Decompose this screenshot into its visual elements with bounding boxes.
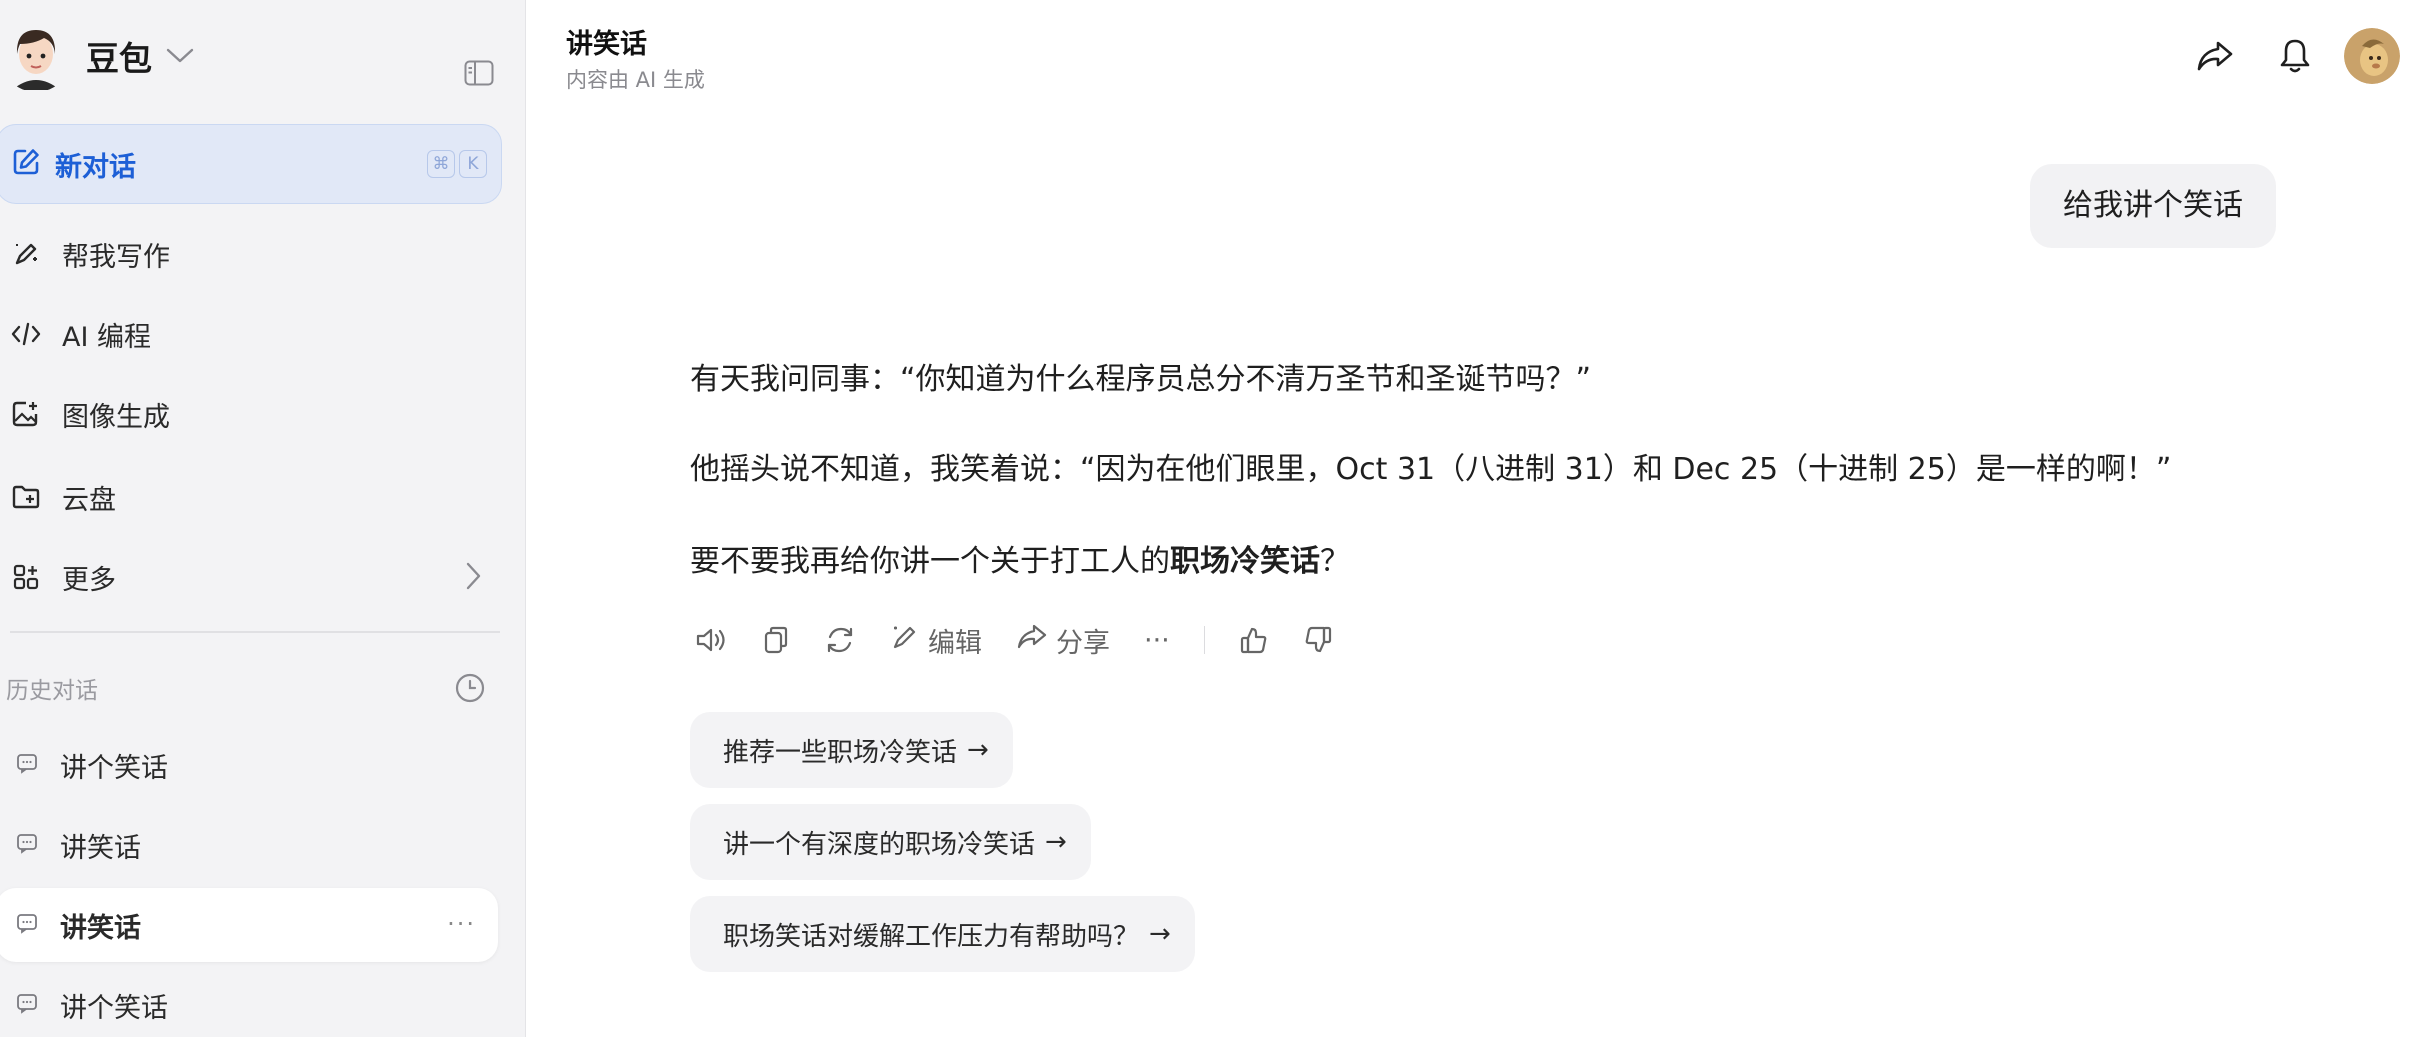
- suggestion-chip[interactable]: 职场笑话对缓解工作压力有帮助吗？ →: [690, 896, 1195, 972]
- conversation-title: 讲笑话: [566, 29, 647, 60]
- new-chat-label: 新对话: [55, 151, 136, 183]
- chat-main: 讲笑话 内容由 AI 生成 给我讲个笑话 有天我问同事：“你知道为什么程序员总分…: [526, 0, 2414, 1037]
- share-icon[interactable]: [2188, 29, 2242, 83]
- shortcut-hint: ⌘ K: [427, 150, 487, 178]
- history-item-label: 讲个笑话: [60, 752, 168, 784]
- history-title: 历史对话: [6, 678, 98, 704]
- history-item-active[interactable]: 讲笑话 ···: [0, 888, 498, 962]
- apps-plus-icon: [10, 561, 42, 593]
- answer-paragraph-2: 他摇头说不知道，我笑着说：“因为在他们眼里，Oct 31（八进制 31）和 De…: [690, 452, 2172, 487]
- top-actions: [2162, 28, 2400, 84]
- arrow-right-icon: →: [1149, 919, 1171, 949]
- doubao-avatar: [0, 20, 72, 92]
- history-item-label: 讲个笑话: [60, 992, 168, 1024]
- edit-label: 编辑: [928, 627, 982, 659]
- sidebar-item-label: 云盘: [62, 484, 116, 516]
- chat-bubble-icon: [16, 992, 38, 1018]
- user-avatar[interactable]: [2344, 28, 2400, 84]
- sidebar-item-label: 更多: [62, 564, 116, 596]
- shortcut-key-k: K: [459, 150, 487, 178]
- suggestion-label: 讲一个有深度的职场冷笑话: [723, 829, 1036, 860]
- speaker-icon[interactable]: [694, 625, 728, 655]
- sidebar-item-label: 帮我写作: [62, 241, 170, 273]
- new-chat-button[interactable]: 新对话 ⌘ K: [0, 124, 502, 204]
- history-item[interactable]: 讲笑话: [0, 808, 498, 882]
- sidebar-toggle-icon[interactable]: [462, 56, 496, 90]
- history-item[interactable]: 讲个笑话: [0, 968, 498, 1037]
- chat-bubble-icon: [16, 752, 38, 778]
- sidebar-item-more[interactable]: 更多: [10, 547, 500, 607]
- ai-generated-notice: 内容由 AI 生成: [566, 68, 705, 92]
- answer-text: ？: [1320, 544, 1350, 579]
- history-item-label: 讲笑话: [60, 912, 141, 944]
- share-icon: [1016, 623, 1048, 658]
- edit-square-icon: [11, 147, 41, 181]
- suggestion-label: 推荐一些职场冷笑话: [723, 737, 958, 768]
- sidebar-item-label: 图像生成: [62, 401, 170, 433]
- sidebar-item-writing[interactable]: 帮我写作: [10, 224, 500, 284]
- bell-icon[interactable]: [2268, 29, 2322, 83]
- answer-bold-text: 职场冷笑话: [1170, 544, 1320, 579]
- sidebar-item-image-gen[interactable]: 图像生成: [10, 384, 500, 444]
- message-actions: 编辑 分享 ···: [694, 616, 1367, 664]
- shortcut-key-cmd: ⌘: [427, 150, 455, 178]
- answer-text: 要不要我再给你讲一个关于打工人的: [690, 544, 1170, 579]
- answer-paragraph-3: 要不要我再给你讲一个关于打工人的职场冷笑话？: [690, 536, 2220, 580]
- user-message-bubble: 给我讲个笑话: [2030, 164, 2276, 248]
- suggestion-chip[interactable]: 推荐一些职场冷笑话 →: [690, 712, 1013, 788]
- code-icon: [10, 318, 42, 350]
- thumbs-down-icon[interactable]: [1303, 625, 1333, 655]
- brand[interactable]: 豆包: [0, 18, 526, 94]
- pen-sparkle-icon: [890, 622, 920, 659]
- chat-bubble-icon: [16, 912, 38, 938]
- chevron-down-icon[interactable]: [166, 41, 196, 71]
- regenerate-icon[interactable]: [824, 625, 856, 655]
- pen-sparkle-icon: [10, 238, 42, 270]
- image-add-icon: [10, 398, 42, 430]
- clock-icon[interactable]: [454, 672, 486, 708]
- share-button[interactable]: 分享: [1016, 621, 1110, 660]
- copy-icon[interactable]: [762, 625, 790, 655]
- more-options-icon[interactable]: ···: [447, 910, 476, 938]
- folder-add-icon: [10, 481, 42, 513]
- sidebar-item-ai-coding[interactable]: AI 编程: [10, 304, 500, 364]
- more-options-icon[interactable]: ···: [1144, 625, 1170, 656]
- chat-bubble-icon: [16, 832, 38, 858]
- suggestion-chip[interactable]: 讲一个有深度的职场冷笑话 →: [690, 804, 1091, 880]
- history-item[interactable]: 讲个笑话: [0, 728, 498, 802]
- answer-paragraph-1: 有天我问同事：“你知道为什么程序员总分不清万圣节和圣诞节吗？”: [690, 362, 1592, 397]
- brand-name: 豆包: [86, 39, 152, 78]
- edit-button[interactable]: 编辑: [890, 621, 982, 660]
- sidebar: 豆包 新对话 ⌘ K 帮我写作 AI 编程 图像生成 云盘 更多 历史对话 讲个…: [0, 0, 526, 1037]
- sidebar-divider: [10, 631, 500, 633]
- chevron-right-icon: [464, 561, 482, 595]
- actions-divider: [1203, 626, 1206, 654]
- sidebar-item-label: AI 编程: [62, 321, 152, 353]
- share-label: 分享: [1056, 627, 1110, 659]
- arrow-right-icon: →: [1045, 827, 1067, 857]
- arrow-right-icon: →: [967, 735, 989, 765]
- history-item-label: 讲笑话: [60, 832, 141, 864]
- sidebar-item-cloud-drive[interactable]: 云盘: [10, 467, 500, 527]
- thumbs-up-icon[interactable]: [1239, 625, 1269, 655]
- suggestion-label: 职场笑话对缓解工作压力有帮助吗？: [723, 921, 1140, 952]
- history-header: 历史对话: [6, 668, 500, 708]
